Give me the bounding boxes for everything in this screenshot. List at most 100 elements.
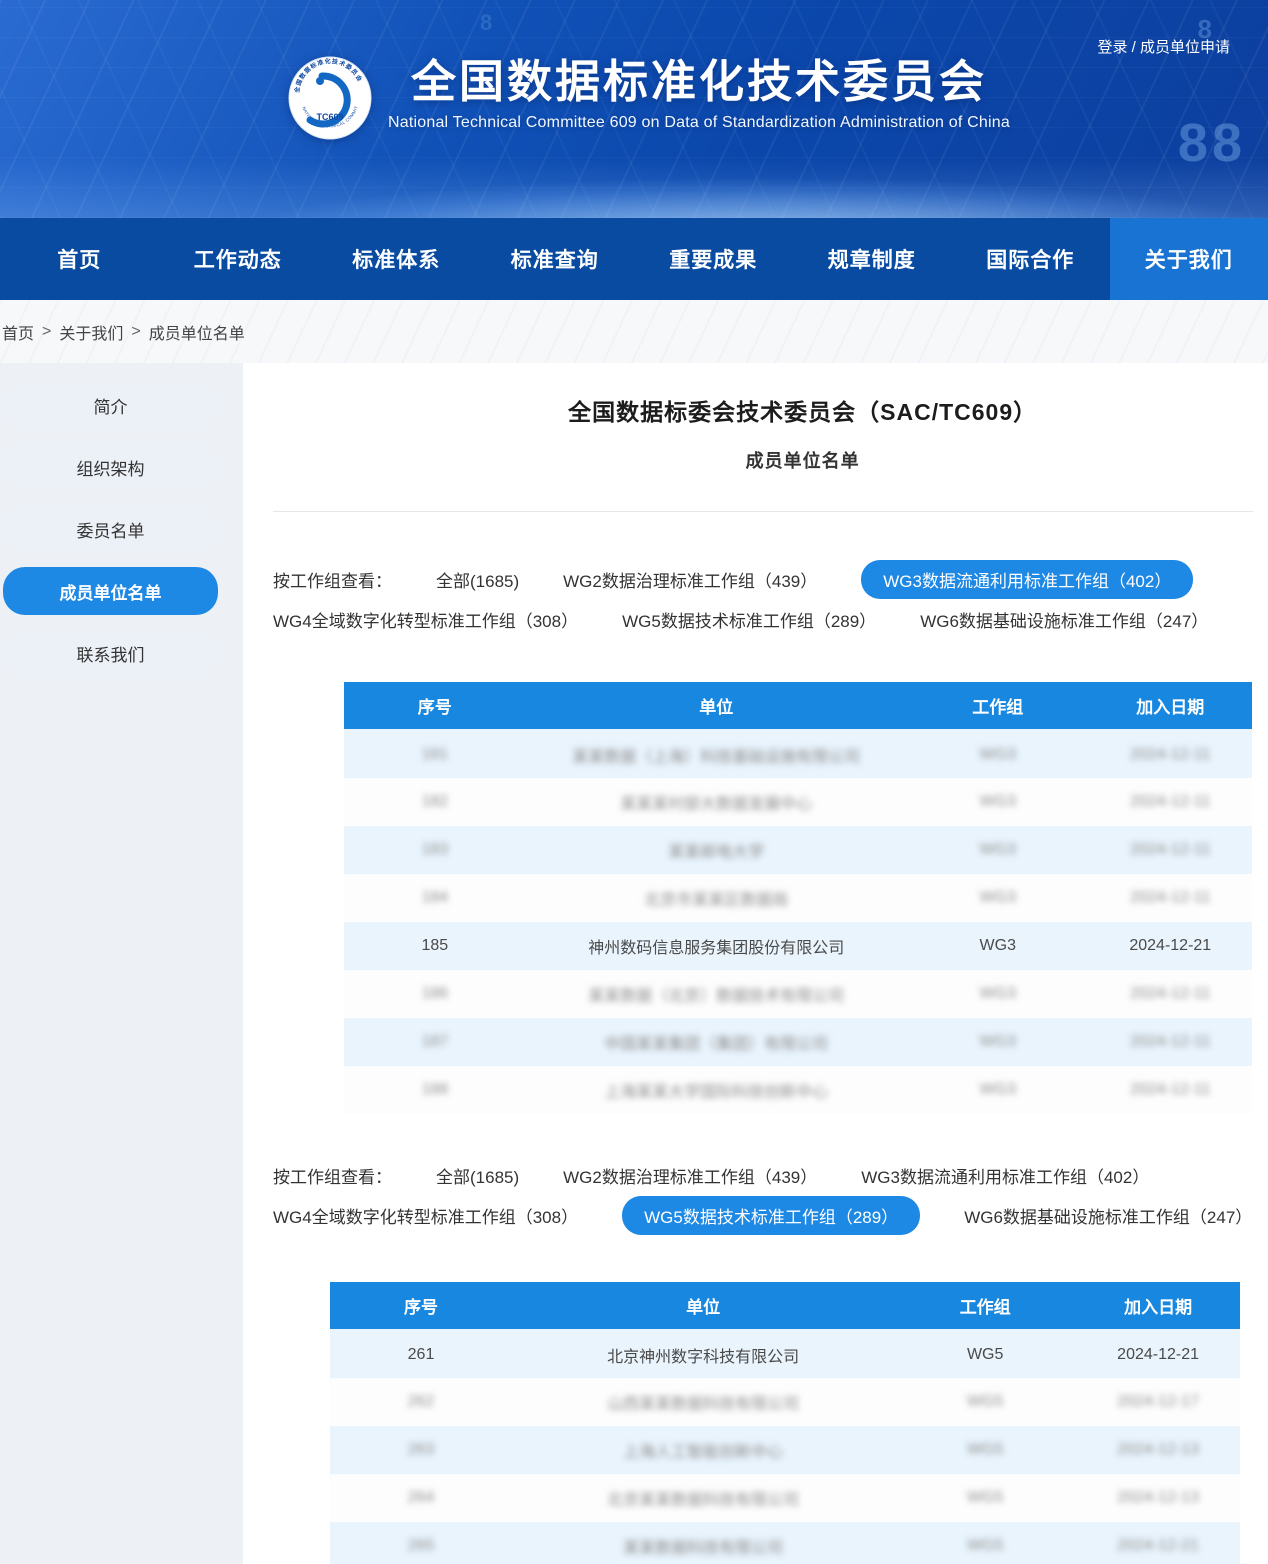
content-area: 简介 组织架构 委员名单 成员单位名单 联系我们 全国数据标委会技术委员会（SA…	[0, 363, 1268, 1564]
brand: 全国数据标准化技术委员会 NATIONAL TECHNICAL COMMITTE…	[288, 56, 1010, 140]
nav-item-achievements[interactable]: 重要成果	[634, 218, 793, 300]
row-no: 263	[408, 1441, 435, 1458]
filter-wg5[interactable]: WG5数据技术标准工作组（289）	[622, 607, 876, 632]
row-unit: 北京市某某区数据局	[644, 892, 788, 909]
table-row: 262 山西某某数据科技有限公司 WG5 2024-12-17	[330, 1378, 1240, 1426]
filter-wg3-2[interactable]: WG3数据流通利用标准工作组（402）	[861, 1163, 1149, 1188]
table-row: 183 某某邮电大学 WG3 2024-12-11	[344, 826, 1252, 874]
sidebar-item-member-units[interactable]: 成员单位名单	[3, 567, 218, 615]
row-unit: 某某某村部大数据发展中心	[620, 796, 812, 813]
logo-code-text: TC609	[316, 112, 343, 122]
row-unit: 中国某某集团（集团）有限公司	[604, 1036, 828, 1053]
col-header-wg: 工作组	[907, 682, 1089, 730]
divider	[273, 511, 1253, 512]
row-no: 185	[421, 937, 448, 954]
filter-wg2[interactable]: WG2数据治理标准工作组（439）	[563, 567, 817, 592]
filter-wg6[interactable]: WG6数据基础设施标准工作组（247）	[920, 607, 1208, 632]
sidebar-item-contact[interactable]: 联系我们	[3, 629, 218, 677]
row-no: 184	[421, 889, 448, 906]
main-panel: 全国数据标委会技术委员会（SAC/TC609） 成员单位名单 点我提问 按工作组…	[243, 363, 1268, 1564]
page-title: 全国数据标委会技术委员会（SAC/TC609）	[243, 393, 1268, 427]
row-wg: WG3	[980, 937, 1016, 954]
sidebar-item-committee-members[interactable]: 委员名单	[3, 505, 218, 553]
row-wg: WG3	[980, 746, 1016, 763]
sidebar-item-organization[interactable]: 组织架构	[3, 443, 218, 491]
row-unit: 上海某某大学国际科技创新中心	[604, 1084, 828, 1101]
page: 8 88 8 登录 / 成员单位申请 全国数据标准化技术委员会 NATIONAL…	[0, 0, 1268, 1564]
nav-item-regulations[interactable]: 规章制度	[793, 218, 952, 300]
row-date: 2024-12-11	[1130, 746, 1211, 763]
table-row: 263 上海人工智能创新中心 WG5 2024-12-13	[330, 1426, 1240, 1474]
table-row: 264 北京某某数据科技有限公司 WG5 2024-12-13	[330, 1474, 1240, 1522]
row-date: 2024-12-17	[1117, 1393, 1199, 1410]
col-header-wg: 工作组	[894, 1282, 1076, 1330]
col-header-unit: 单位	[512, 1282, 894, 1330]
site-banner: 8 88 8 登录 / 成员单位申请 全国数据标准化技术委员会 NATIONAL…	[0, 0, 1268, 218]
row-no: 188	[421, 1081, 448, 1098]
row-unit: 某某数据科技有限公司	[623, 1540, 783, 1557]
filter-wg6-2[interactable]: WG6数据基础设施标准工作组（247）	[964, 1203, 1252, 1228]
row-date: 2024-12-21	[1117, 1537, 1199, 1554]
row-wg: WG3	[980, 841, 1016, 858]
table-header-row: 序号 单位 工作组 加入日期	[330, 1282, 1240, 1330]
filter-group-label: 按工作组查看：	[273, 1163, 392, 1188]
breadcrumb-separator: >	[42, 323, 51, 341]
filter-wg2-2[interactable]: WG2数据治理标准工作组（439）	[563, 1163, 817, 1188]
filter-wg4[interactable]: WG4全域数字化转型标准工作组（308）	[273, 607, 578, 632]
row-date: 2024-12-11	[1130, 985, 1211, 1002]
nav-item-international[interactable]: 国际合作	[951, 218, 1110, 300]
col-header-no: 序号	[330, 1282, 512, 1330]
banner-decor-digit: 88	[1178, 112, 1246, 174]
table-row: 185 神州数码信息服务集团股份有限公司 WG3 2024-12-21	[344, 922, 1252, 970]
row-wg: WG3	[980, 793, 1016, 810]
filter-wg4-2[interactable]: WG4全域数字化转型标准工作组（308）	[273, 1203, 578, 1228]
row-wg: WG3	[980, 889, 1016, 906]
nav-item-news[interactable]: 工作动态	[159, 218, 318, 300]
breadcrumb-about[interactable]: 关于我们	[59, 320, 123, 344]
nav-item-home[interactable]: 首页	[0, 218, 159, 300]
row-unit: 上海人工智能创新中心	[623, 1444, 783, 1461]
table-header-row: 序号 单位 工作组 加入日期	[344, 682, 1252, 730]
row-wg: WG5	[967, 1489, 1003, 1506]
row-wg: WG5	[967, 1393, 1003, 1410]
row-date: 2024-12-13	[1117, 1441, 1199, 1458]
row-unit: 山西某某数据科技有限公司	[607, 1396, 799, 1413]
row-date: 2024-12-11	[1130, 1033, 1211, 1050]
row-wg: WG5	[967, 1441, 1003, 1458]
row-wg: WG5	[967, 1346, 1003, 1363]
row-wg: WG3	[980, 1081, 1016, 1098]
row-date: 2024-12-11	[1130, 841, 1211, 858]
table-row: 186 某某数据（北京）数据技术有限公司 WG3 2024-12-11	[344, 970, 1252, 1018]
nav-item-standard-query[interactable]: 标准查询	[476, 218, 635, 300]
filter-all[interactable]: 全部(1685)	[436, 567, 519, 592]
breadcrumb-home[interactable]: 首页	[2, 320, 34, 344]
login-apply-link[interactable]: 登录 / 成员单位申请	[1097, 36, 1230, 57]
nav-item-about[interactable]: 关于我们	[1110, 218, 1268, 300]
filter-group-label: 按工作组查看：	[273, 567, 392, 592]
row-no: 186	[421, 985, 448, 1002]
filter-all-2[interactable]: 全部(1685)	[436, 1163, 519, 1188]
banner-decor-digit: 8	[480, 10, 496, 36]
breadcrumb-separator: >	[131, 323, 140, 341]
site-title: 全国数据标准化技术委员会	[411, 56, 987, 108]
col-header-unit: 单位	[526, 682, 907, 730]
sidebar-item-intro[interactable]: 简介	[3, 381, 218, 429]
table-row: 182 某某某村部大数据发展中心 WG3 2024-12-11	[344, 778, 1252, 826]
member-units-table-wg3: 序号 单位 工作组 加入日期 181 某某数据（上海）科技基础设施有限公司 WG…	[344, 682, 1252, 1114]
filter-wg5-2[interactable]: WG5数据技术标准工作组（289）	[622, 1196, 920, 1235]
row-unit: 某某数据（北京）数据技术有限公司	[588, 988, 844, 1005]
row-date: 2024-12-11	[1130, 793, 1211, 810]
row-date: 2024-12-11	[1130, 1081, 1211, 1098]
breadcrumb: 首页 > 关于我们 > 成员单位名单	[0, 300, 1268, 363]
row-no: 264	[408, 1489, 435, 1506]
row-no: 262	[408, 1393, 435, 1410]
main-nav: 首页 工作动态 标准体系 标准查询 重要成果 规章制度 国际合作 关于我们	[0, 218, 1268, 300]
table-row: 184 北京市某某区数据局 WG3 2024-12-11	[344, 874, 1252, 922]
site-subtitle-en: National Technical Committee 609 on Data…	[388, 114, 1010, 132]
table-row: 265 某某数据科技有限公司 WG5 2024-12-21	[330, 1522, 1240, 1564]
filter-wg3[interactable]: WG3数据流通利用标准工作组（402）	[861, 560, 1193, 599]
table-row: 187 中国某某集团（集团）有限公司 WG3 2024-12-11	[344, 1018, 1252, 1066]
row-date: 2024-12-13	[1117, 1489, 1199, 1506]
nav-item-standard-system[interactable]: 标准体系	[317, 218, 476, 300]
col-header-no: 序号	[344, 682, 526, 730]
